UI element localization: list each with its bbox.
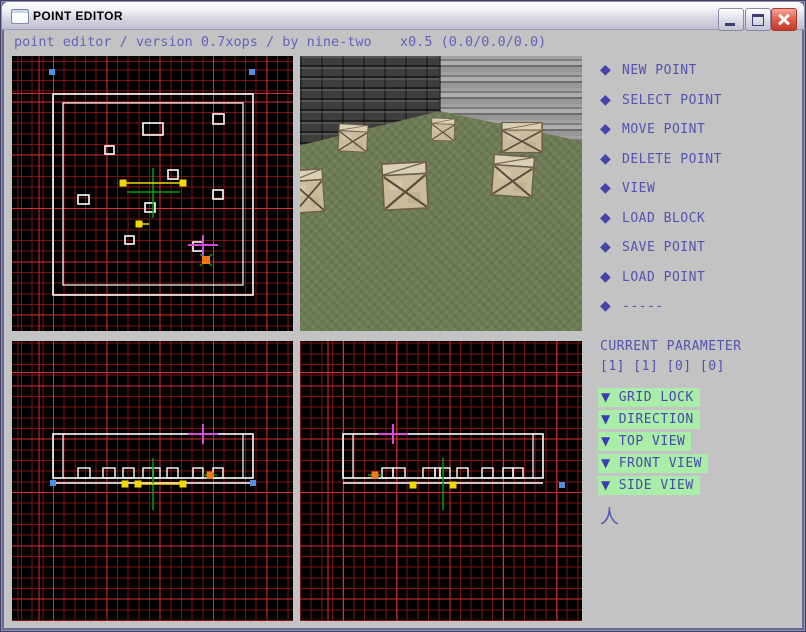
- top-view-viewport[interactable]: [12, 56, 293, 331]
- minimize-icon: [725, 23, 735, 26]
- triangle-down-icon: ▼: [601, 478, 611, 492]
- toggle-front-view[interactable]: ▼FRONT VIEW: [598, 454, 708, 473]
- command-menu: ◆NEW POINT ◆SELECT POINT ◆MOVE POINT ◆DE…: [600, 64, 795, 330]
- menu-item-delete-point[interactable]: ◆DELETE POINT: [600, 153, 795, 166]
- front-view-viewport[interactable]: [12, 341, 293, 621]
- minimize-button[interactable]: [718, 8, 744, 31]
- triangle-down-icon: ▼: [601, 412, 611, 426]
- crate-object: [300, 168, 325, 214]
- point-editor-window: POINT EDITOR point editor / version 0.7x…: [0, 0, 806, 632]
- diamond-icon: ◆: [600, 94, 613, 107]
- triangle-down-icon: ▼: [601, 390, 611, 404]
- diamond-icon: ◆: [600, 300, 613, 313]
- crate-object: [501, 122, 543, 153]
- side-view-viewport[interactable]: [300, 341, 582, 621]
- app-version-text: point editor / version 0.7xops / by nine…: [14, 34, 372, 50]
- toggle-top-view[interactable]: ▼TOP VIEW: [598, 432, 691, 451]
- crate-object: [381, 161, 429, 211]
- crate-object: [491, 154, 536, 199]
- person-glyph: 人: [600, 502, 619, 529]
- maximize-icon: [752, 14, 764, 26]
- current-parameter-values: [1] [1] [0] [0]: [600, 359, 725, 374]
- wall-corner-edge: [439, 56, 441, 112]
- menu-item-save-point[interactable]: ◆SAVE POINT: [600, 241, 795, 254]
- zoom-and-coordinates-text: x0.5 (0.0/0.0/0.0): [400, 34, 546, 50]
- 3d-preview-viewport[interactable]: [300, 56, 582, 331]
- maximize-button[interactable]: [745, 8, 771, 31]
- toggle-direction[interactable]: ▼DIRECTION: [598, 410, 700, 429]
- window-title: POINT EDITOR: [33, 9, 123, 23]
- toggle-side-view[interactable]: ▼SIDE VIEW: [598, 476, 700, 495]
- menu-item-load-point[interactable]: ◆LOAD POINT: [600, 271, 795, 284]
- crate-object: [431, 118, 456, 142]
- diamond-icon: ◆: [600, 212, 613, 225]
- app-window-icon: [11, 9, 29, 24]
- menu-item-separator[interactable]: ◆-----: [600, 300, 795, 313]
- crate-object: [337, 123, 368, 153]
- menu-item-view[interactable]: ◆VIEW: [600, 182, 795, 195]
- title-bar[interactable]: POINT EDITOR: [2, 2, 804, 30]
- menu-item-move-point[interactable]: ◆MOVE POINT: [600, 123, 795, 136]
- triangle-down-icon: ▼: [601, 456, 611, 470]
- diamond-icon: ◆: [600, 123, 613, 136]
- diamond-icon: ◆: [600, 271, 613, 284]
- menu-item-new-point[interactable]: ◆NEW POINT: [600, 64, 795, 77]
- toggle-grid-lock[interactable]: ▼GRID LOCK: [598, 388, 700, 407]
- view-toggles: ▼GRID LOCK ▼DIRECTION ▼TOP VIEW ▼FRONT V…: [598, 388, 708, 498]
- menu-item-load-block[interactable]: ◆LOAD BLOCK: [600, 212, 795, 225]
- diamond-icon: ◆: [600, 182, 613, 195]
- diamond-icon: ◆: [600, 153, 613, 166]
- menu-item-select-point[interactable]: ◆SELECT POINT: [600, 94, 795, 107]
- close-button[interactable]: [771, 8, 797, 31]
- diamond-icon: ◆: [600, 241, 613, 254]
- triangle-down-icon: ▼: [601, 434, 611, 448]
- diamond-icon: ◆: [600, 64, 613, 77]
- current-parameter-title: CURRENT PARAMETER: [600, 339, 742, 354]
